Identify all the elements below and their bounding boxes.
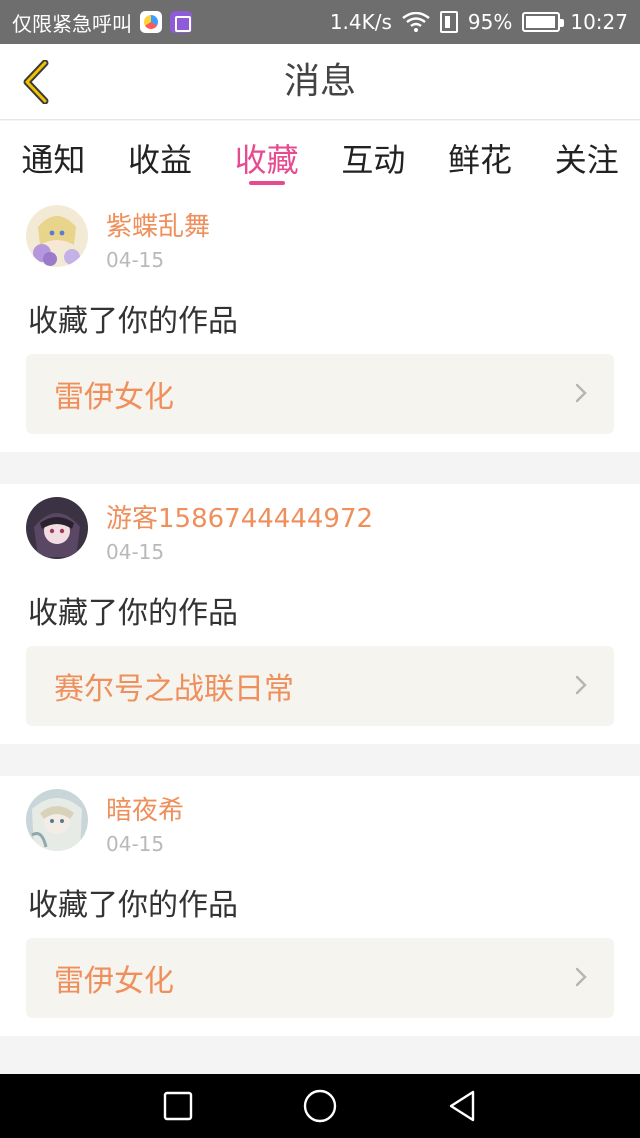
username[interactable]: 紫蝶乱舞 xyxy=(106,206,210,243)
message-card: 暗夜希 04-15 收藏了你的作品 雷伊女化 xyxy=(0,776,640,1036)
app-notification-icon xyxy=(140,11,162,33)
sim-card-icon xyxy=(439,11,458,33)
network-speed: 1.4K/s xyxy=(329,10,392,34)
message-date: 04-15 xyxy=(106,248,165,272)
status-bar: 仅限紧急呼叫 1.4K/s 95% 10:27 xyxy=(0,0,640,44)
avatar[interactable] xyxy=(26,205,88,267)
work-link[interactable]: 雷伊女化 xyxy=(26,938,614,1018)
back-triangle-icon[interactable] xyxy=(447,1090,477,1122)
battery-icon xyxy=(522,12,565,32)
screen: 仅限紧急呼叫 1.4K/s 95% 10:27 消息 通知 收益 收藏 互动 鲜… xyxy=(0,0,640,1138)
tab-earnings[interactable]: 收益 xyxy=(107,121,214,192)
message-date: 04-15 xyxy=(106,832,165,856)
tab-interactions[interactable]: 互动 xyxy=(320,121,427,192)
work-link[interactable]: 赛尔号之战联日常 xyxy=(26,646,614,726)
carrier-text: 仅限紧急呼叫 xyxy=(12,11,132,36)
user-avatar-image xyxy=(26,205,88,267)
clock: 10:27 xyxy=(570,10,628,34)
username[interactable]: 游客1586744444972 xyxy=(106,498,373,535)
message-text: 收藏了你的作品 xyxy=(28,596,238,631)
message-list: 紫蝶乱舞 04-15 收藏了你的作品 雷伊女化 游客1586744444972 … xyxy=(0,192,640,1068)
message-card: 游客1586744444972 04-15 收藏了你的作品 赛尔号之战联日常 xyxy=(0,484,640,744)
chevron-right-icon xyxy=(575,967,587,987)
work-link[interactable]: 雷伊女化 xyxy=(26,354,614,434)
message-text: 收藏了你的作品 xyxy=(28,304,238,339)
chevron-right-icon xyxy=(575,383,587,403)
user-avatar-image xyxy=(26,497,88,559)
message-date: 04-15 xyxy=(106,540,165,564)
recent-apps-icon[interactable] xyxy=(163,1091,193,1121)
tab-bar: 通知 收益 收藏 互动 鲜花 关注 xyxy=(0,121,640,192)
battery-percent: 95% xyxy=(467,10,513,34)
battery-fill xyxy=(526,16,555,28)
tab-notifications[interactable]: 通知 xyxy=(0,121,107,192)
message-text: 收藏了你的作品 xyxy=(28,888,238,923)
page-title: 消息 xyxy=(283,61,356,102)
gallery-notification-icon xyxy=(170,11,192,33)
user-avatar-image xyxy=(26,789,88,851)
work-title: 雷伊女化 xyxy=(54,964,174,999)
wifi-icon xyxy=(402,12,430,32)
tab-flowers[interactable]: 鲜花 xyxy=(427,121,534,192)
work-title: 雷伊女化 xyxy=(54,380,174,415)
tab-follows[interactable]: 关注 xyxy=(533,121,640,192)
avatar[interactable] xyxy=(26,497,88,559)
system-navigation-bar xyxy=(0,1074,640,1138)
home-icon[interactable] xyxy=(303,1089,337,1123)
message-card: 紫蝶乱舞 04-15 收藏了你的作品 雷伊女化 xyxy=(0,192,640,452)
navigation-bar: 消息 xyxy=(0,44,640,120)
chevron-right-icon xyxy=(575,675,587,695)
tab-favorites[interactable]: 收藏 xyxy=(213,121,320,192)
avatar[interactable] xyxy=(26,789,88,851)
work-title: 赛尔号之战联日常 xyxy=(54,672,294,707)
username[interactable]: 暗夜希 xyxy=(106,790,184,827)
